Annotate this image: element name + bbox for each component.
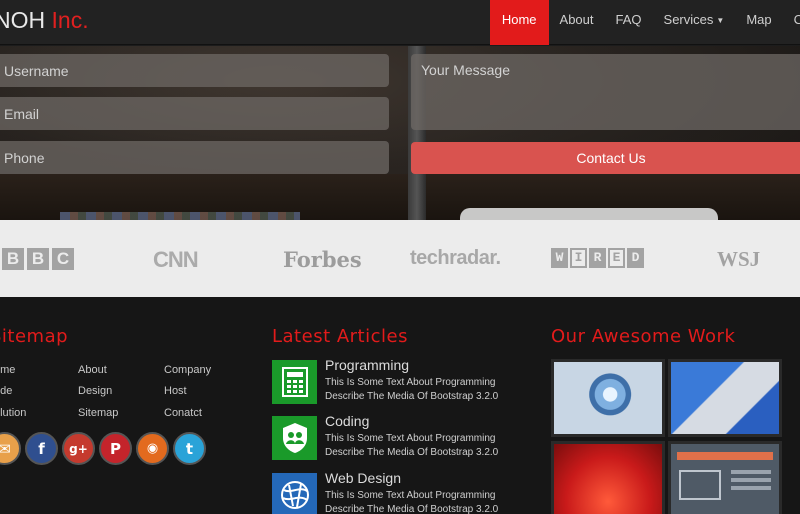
hero-dock: [60, 212, 300, 220]
cnn-logo[interactable]: CNN: [153, 247, 199, 273]
sitemap-link-about[interactable]: About: [78, 364, 107, 376]
sitemap-link-sitemap[interactable]: Sitemap: [78, 407, 118, 419]
article-text: This Is Some Text About Programming: [325, 377, 496, 388]
thumb-screen: [679, 470, 721, 500]
contact-us-button[interactable]: Contact Us: [411, 142, 800, 174]
page: NOH Inc. Home About FAQ Services ▼ Map C …: [0, 0, 800, 514]
sitemap-link-solution[interactable]: olution: [0, 407, 26, 419]
pinterest-icon[interactable]: P: [99, 432, 132, 465]
nav-about[interactable]: About: [549, 0, 605, 45]
main-nav: Home About FAQ Services ▼ Map C: [489, 0, 800, 45]
sitemap-link-design[interactable]: Design: [78, 385, 112, 397]
nav-services[interactable]: Services ▼: [653, 0, 736, 45]
article-text: Describe The Media Of Bootstrap 3.2.0: [325, 447, 499, 458]
rss-icon[interactable]: ◉: [136, 432, 169, 465]
forbes-logo[interactable]: Forbes: [283, 247, 362, 272]
wired-letter: I: [570, 248, 587, 268]
nav-home[interactable]: Home: [489, 0, 549, 45]
bbc-letter: B: [2, 248, 24, 270]
wired-letter: R: [589, 248, 606, 268]
wired-letter: E: [608, 248, 625, 268]
calculator-icon: [272, 360, 317, 404]
article-title[interactable]: Programming: [325, 357, 409, 373]
navbar: NOH Inc. Home About FAQ Services ▼ Map C: [0, 0, 800, 45]
thumb-header-bar: [677, 452, 773, 460]
social-icons: ✉ f g+ P ◉ t: [0, 432, 206, 465]
email-input[interactable]: [0, 97, 389, 130]
article-title[interactable]: Coding: [325, 413, 369, 429]
wired-logo[interactable]: WIRED: [551, 248, 644, 268]
caret-down-icon: ▼: [716, 16, 725, 25]
sitemap-link-code[interactable]: ode: [0, 385, 12, 397]
bbc-letter: B: [27, 248, 49, 270]
bbc-logo[interactable]: BBC: [2, 248, 74, 270]
article-item[interactable]: Web Design This Is Some Text About Progr…: [272, 470, 542, 514]
article-item[interactable]: Coding This Is Some Text About Programmi…: [272, 413, 542, 460]
article-text: This Is Some Text About Programming: [325, 490, 496, 501]
brand-name: NOH: [0, 7, 46, 33]
article-text: This Is Some Text About Programming: [325, 433, 496, 444]
work-thumbnail-red[interactable]: [551, 441, 665, 514]
brand-suffix: Inc.: [45, 7, 89, 33]
sitemap-link-host[interactable]: Host: [164, 385, 187, 397]
partner-logos: BBC CNN Forbes techradar. WIRED WSJ: [0, 220, 800, 297]
sitemap-link-contact[interactable]: Conatct: [164, 407, 202, 419]
brand-logo[interactable]: NOH Inc.: [0, 7, 89, 34]
sitemap-link-company[interactable]: Company: [164, 364, 211, 376]
twitter-icon[interactable]: t: [173, 432, 206, 465]
work-thumbnail-magnifier[interactable]: [551, 359, 665, 437]
nav-services-label: Services: [663, 12, 714, 27]
hero-keyboard: [460, 208, 718, 220]
bbc-letter: C: [52, 248, 74, 270]
article-text: Describe The Media Of Bootstrap 3.2.0: [325, 504, 499, 514]
our-work-title: Our Awesome Work: [551, 326, 736, 347]
latest-articles-title: Latest Articles: [272, 326, 408, 347]
nav-faq[interactable]: FAQ: [605, 0, 653, 45]
facebook-icon[interactable]: f: [25, 432, 58, 465]
work-thumbnail-laptop[interactable]: [668, 359, 782, 437]
nav-map[interactable]: Map: [735, 0, 782, 45]
footer: Sitemap Latest Articles Our Awesome Work…: [0, 297, 800, 514]
wired-letter: W: [551, 248, 568, 268]
phone-input[interactable]: [0, 141, 389, 174]
thumb-text-lines: [731, 470, 771, 474]
shield-users-icon: [272, 416, 317, 460]
wsj-logo[interactable]: WSJ: [717, 247, 760, 272]
mail-icon[interactable]: ✉: [0, 432, 21, 465]
article-item[interactable]: Programming This Is Some Text About Prog…: [272, 357, 542, 404]
globe-icon: [272, 473, 317, 514]
article-title[interactable]: Web Design: [325, 470, 401, 486]
google-plus-icon[interactable]: g+: [62, 432, 95, 465]
message-textarea[interactable]: [411, 54, 800, 130]
techradar-logo[interactable]: techradar.: [410, 247, 501, 270]
username-input[interactable]: [0, 54, 389, 87]
article-text: Describe The Media Of Bootstrap 3.2.0: [325, 391, 499, 402]
nav-contact[interactable]: C: [783, 0, 800, 45]
work-thumbnail-website[interactable]: [668, 441, 782, 514]
sitemap-title: Sitemap: [0, 326, 69, 347]
sitemap-link-home[interactable]: ome: [0, 364, 15, 376]
wired-letter: D: [627, 248, 644, 268]
